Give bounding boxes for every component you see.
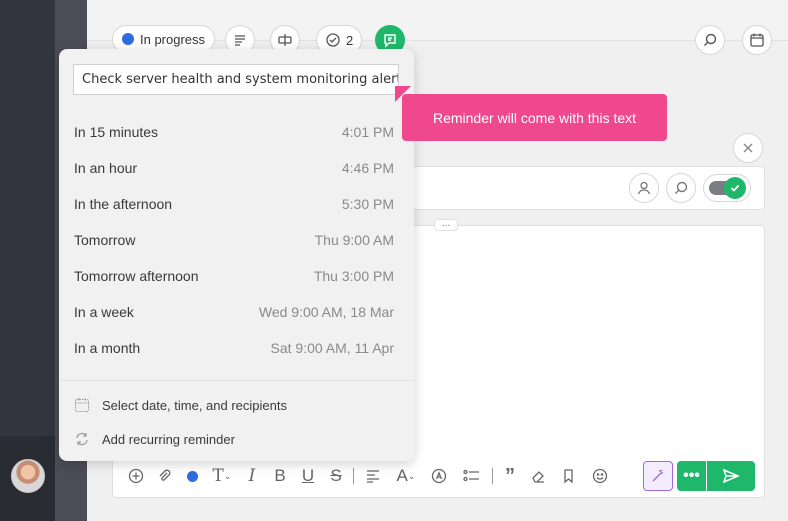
check-icon bbox=[730, 184, 740, 192]
italic-icon[interactable]: I bbox=[238, 460, 266, 492]
search-icon bbox=[675, 181, 688, 194]
toolbar-divider bbox=[492, 468, 493, 484]
option-time: Thu 3:00 PM bbox=[313, 268, 394, 284]
option-tomorrow[interactable]: Tomorrow Thu 9:00 AM bbox=[59, 222, 414, 258]
calendar-icon bbox=[750, 33, 764, 47]
option-label: In a week bbox=[74, 304, 134, 320]
toggle-knob bbox=[724, 177, 746, 199]
status-label: In progress bbox=[140, 31, 206, 47]
assignee-button[interactable] bbox=[629, 173, 659, 203]
emoji-icon[interactable] bbox=[586, 460, 614, 492]
search-button[interactable] bbox=[695, 25, 725, 55]
close-button[interactable] bbox=[733, 133, 763, 163]
option-time: 4:46 PM bbox=[341, 160, 394, 176]
tag-icon bbox=[278, 34, 292, 46]
color-dot-icon[interactable] bbox=[178, 460, 206, 492]
chat-icon bbox=[384, 34, 396, 48]
check-circle-icon bbox=[326, 33, 340, 47]
align-icon[interactable] bbox=[357, 460, 389, 492]
font-icon[interactable]: A ⌄ bbox=[389, 460, 423, 492]
underline-icon[interactable]: U bbox=[294, 460, 322, 492]
option-a-month[interactable]: In a month Sat 9:00 AM, 11 Apr bbox=[59, 330, 414, 366]
text-size-icon[interactable]: T ⌄ bbox=[206, 460, 238, 492]
option-label: In a month bbox=[74, 340, 141, 356]
recurring-reminder-action[interactable]: Add recurring reminder bbox=[74, 425, 235, 453]
send-button[interactable] bbox=[707, 461, 755, 491]
status-dot-icon bbox=[122, 33, 134, 45]
option-a-week[interactable]: In a week Wed 9:00 AM, 18 Mar bbox=[59, 294, 414, 330]
search-icon bbox=[704, 33, 717, 46]
option-15-minutes[interactable]: In 15 minutes 4:01 PM bbox=[59, 114, 414, 150]
lines-icon bbox=[235, 35, 245, 46]
option-label: In the afternoon bbox=[74, 196, 173, 212]
bold-icon[interactable]: B bbox=[266, 460, 294, 492]
option-time: 5:30 PM bbox=[341, 196, 394, 212]
find-button[interactable] bbox=[666, 173, 696, 203]
attach-icon[interactable] bbox=[150, 460, 178, 492]
option-time: Sat 9:00 AM, 11 Apr bbox=[270, 340, 394, 356]
formatting-toolbar: T ⌄ I B U S A ⌄ ” bbox=[122, 460, 614, 492]
option-time: 4:01 PM bbox=[341, 124, 394, 140]
resize-handle[interactable]: ... bbox=[434, 219, 458, 231]
action-label: Select date, time, and recipients bbox=[102, 397, 287, 413]
bookmark-icon[interactable] bbox=[552, 460, 586, 492]
option-time: Thu 9:00 AM bbox=[314, 232, 394, 248]
highlight-icon[interactable] bbox=[423, 460, 455, 492]
add-icon[interactable] bbox=[122, 460, 150, 492]
option-afternoon[interactable]: In the afternoon 5:30 PM bbox=[59, 186, 414, 222]
more-button[interactable]: ••• bbox=[677, 461, 706, 491]
calendar-icon bbox=[74, 398, 90, 413]
toolbar-divider bbox=[353, 468, 354, 484]
option-label: In an hour bbox=[74, 160, 138, 176]
option-label: Tomorrow afternoon bbox=[74, 268, 199, 284]
select-date-time-action[interactable]: Select date, time, and recipients bbox=[74, 391, 287, 419]
quote-icon[interactable]: ” bbox=[496, 460, 524, 492]
repeat-icon bbox=[76, 432, 88, 446]
list-icon[interactable] bbox=[455, 460, 489, 492]
option-label: In 15 minutes bbox=[74, 124, 159, 140]
magic-button[interactable] bbox=[643, 461, 673, 491]
menu-divider bbox=[59, 380, 414, 381]
person-icon bbox=[637, 181, 651, 195]
more-icon: ••• bbox=[683, 467, 700, 484]
avatar[interactable] bbox=[11, 459, 45, 493]
option-time: Wed 9:00 AM, 18 Mar bbox=[258, 304, 394, 320]
strikethrough-icon[interactable]: S bbox=[322, 460, 350, 492]
option-label: Tomorrow bbox=[74, 232, 136, 248]
checklist-count: 2 bbox=[346, 32, 354, 48]
reminder-tooltip: Reminder will come with this text bbox=[402, 94, 667, 141]
eraser-icon[interactable] bbox=[524, 460, 552, 492]
action-label: Add recurring reminder bbox=[102, 431, 235, 447]
calendar-button[interactable] bbox=[742, 25, 772, 55]
send-icon bbox=[722, 468, 740, 484]
option-an-hour[interactable]: In an hour 4:46 PM bbox=[59, 150, 414, 186]
confirm-toggle[interactable] bbox=[703, 174, 751, 202]
option-tomorrow-afternoon[interactable]: Tomorrow afternoon Thu 3:00 PM bbox=[59, 258, 414, 294]
reminder-dropdown: Check server health and system monitorin… bbox=[59, 49, 414, 461]
magic-wand-icon bbox=[652, 469, 663, 482]
reminder-text-field[interactable]: Check server health and system monitorin… bbox=[73, 64, 399, 95]
close-icon bbox=[743, 143, 753, 153]
